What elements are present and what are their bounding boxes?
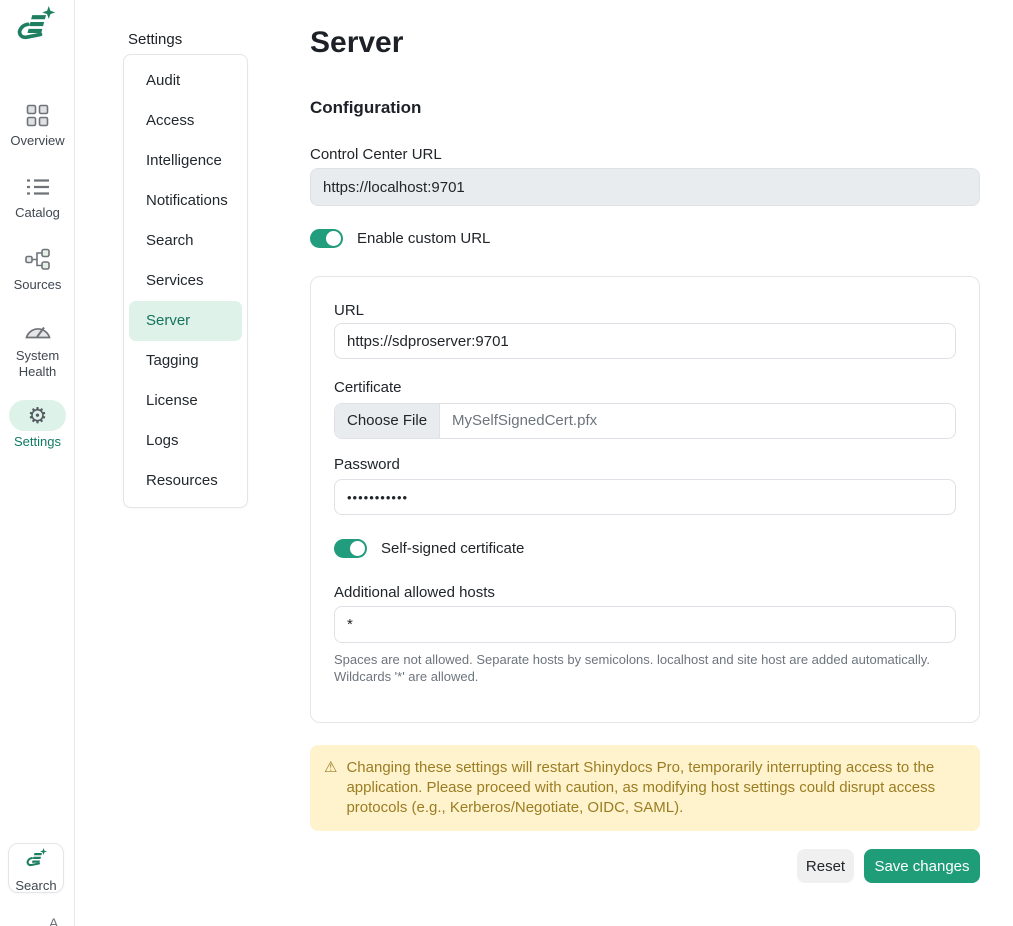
app-window: Overview Catalog <box>0 0 1013 926</box>
password-label: Password <box>334 456 400 473</box>
choose-file-button[interactable]: Choose File <box>335 404 440 438</box>
allowed-hosts-input[interactable] <box>334 606 956 643</box>
sidebar-item-sources[interactable]: Sources <box>0 244 75 293</box>
warning-icon: ⚠ <box>324 758 337 778</box>
allowed-hosts-label: Additional allowed hosts <box>334 584 495 601</box>
settings-nav-item-access[interactable]: Access <box>129 101 242 141</box>
sidebar-search-button[interactable]: Search <box>8 843 64 893</box>
settings-nav-item-intelligence[interactable]: Intelligence <box>129 141 242 181</box>
self-signed-row: Self-signed certificate <box>334 539 524 558</box>
shinydocs-logo-icon <box>13 37 57 54</box>
warning-text: Changing these settings will restart Shi… <box>346 758 964 818</box>
reset-button[interactable]: Reset <box>797 849 854 883</box>
settings-nav-item-notifications[interactable]: Notifications <box>129 181 242 221</box>
settings-active-pill: ⚙ <box>9 400 66 431</box>
settings-nav-item-tagging[interactable]: Tagging <box>129 341 242 381</box>
settings-nav-item-services[interactable]: Services <box>129 261 242 301</box>
gauge-icon <box>0 315 75 345</box>
enable-custom-url-label: Enable custom URL <box>357 230 490 247</box>
page-title: Server <box>310 26 403 60</box>
certificate-filename: MySelfSignedCert.pfx <box>440 404 597 438</box>
sidebar-item-label: Catalog <box>0 205 75 221</box>
sidebar-item-settings[interactable]: ⚙ Settings <box>0 400 75 450</box>
url-label: URL <box>334 302 364 319</box>
sidebar-item-label: Overview <box>0 133 75 149</box>
sidebar-item-label: Sources <box>0 277 75 293</box>
form-actions: Reset Save changes <box>310 849 980 883</box>
self-signed-toggle[interactable] <box>334 539 367 558</box>
list-icon <box>0 172 75 202</box>
settings-nav-item-search[interactable]: Search <box>129 221 242 261</box>
warning-alert: ⚠ Changing these settings will restart S… <box>310 745 980 831</box>
sidebar: Overview Catalog <box>0 0 75 926</box>
self-signed-label: Self-signed certificate <box>381 540 524 557</box>
gear-icon: ⚙ <box>28 405 48 427</box>
url-input[interactable] <box>334 323 956 359</box>
sidebar-item-label: Settings <box>0 434 75 450</box>
grid-icon <box>0 100 75 130</box>
sidebar-item-overview[interactable]: Overview <box>0 100 75 149</box>
avatar-partial[interactable]: A <box>49 915 58 926</box>
sidebar-item-catalog[interactable]: Catalog <box>0 172 75 221</box>
settings-nav-item-resources[interactable]: Resources <box>129 461 242 501</box>
allowed-hosts-help: Spaces are not allowed. Separate hosts b… <box>334 651 956 685</box>
control-center-url-input <box>310 168 980 206</box>
sidebar-search-label: Search <box>9 878 63 893</box>
settings-nav-item-logs[interactable]: Logs <box>129 421 242 461</box>
app-logo[interactable] <box>13 6 57 50</box>
settings-nav-title: Settings <box>128 31 182 48</box>
save-changes-button[interactable]: Save changes <box>864 849 980 883</box>
enable-custom-url-row: Enable custom URL <box>310 229 490 248</box>
password-input[interactable] <box>334 479 956 515</box>
nodes-icon <box>0 244 75 274</box>
enable-custom-url-toggle[interactable] <box>310 229 343 248</box>
section-title-configuration: Configuration <box>310 98 421 118</box>
shinydocs-logo-icon <box>24 859 48 876</box>
certificate-file-input[interactable]: Choose File MySelfSignedCert.pfx <box>334 403 956 439</box>
settings-nav-item-audit[interactable]: Audit <box>129 61 242 101</box>
sidebar-item-system-health[interactable]: System Health <box>0 315 75 380</box>
sidebar-item-label: System Health <box>0 348 75 380</box>
settings-nav-item-server[interactable]: Server <box>129 301 242 341</box>
settings-nav: Audit Access Intelligence Notifications … <box>123 54 248 508</box>
certificate-label: Certificate <box>334 379 402 396</box>
settings-nav-item-license[interactable]: License <box>129 381 242 421</box>
control-center-url-label: Control Center URL <box>310 146 442 163</box>
